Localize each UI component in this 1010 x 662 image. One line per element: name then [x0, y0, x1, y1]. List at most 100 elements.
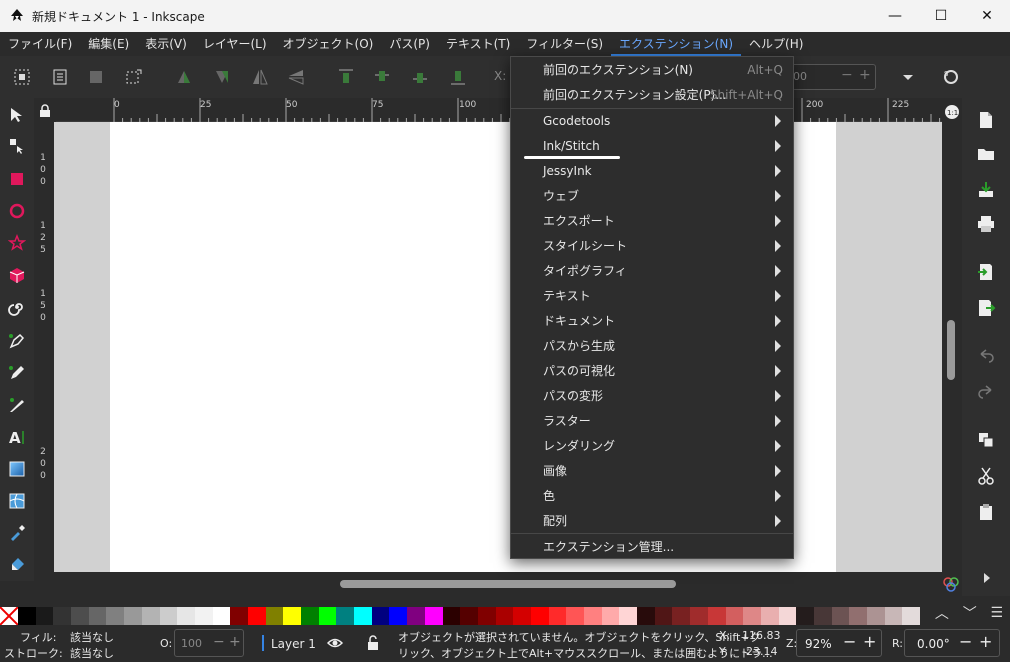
menu-object[interactable]: オブジェクト(O): [275, 32, 382, 56]
vertical-scroll-thumb[interactable]: [947, 320, 955, 380]
menu-item-export[interactable]: エクスポート: [511, 208, 793, 233]
save-icon[interactable]: [976, 180, 996, 200]
minus-icon[interactable]: −: [843, 632, 856, 651]
color-swatch[interactable]: [778, 607, 797, 625]
menu-item-color[interactable]: 色: [511, 483, 793, 508]
paint-bucket-tool-icon[interactable]: [6, 554, 28, 576]
menu-item-typography[interactable]: タイポグラフィ: [511, 258, 793, 283]
color-swatch[interactable]: [813, 607, 832, 625]
color-swatch[interactable]: [548, 607, 567, 625]
current-layer[interactable]: Layer 1: [271, 637, 316, 651]
color-swatch[interactable]: [477, 607, 496, 625]
raise-to-top-icon[interactable]: [336, 67, 356, 87]
spiral-tool-icon[interactable]: [6, 296, 28, 318]
menu-view[interactable]: 表示(V): [137, 32, 195, 56]
plus-icon[interactable]: +: [863, 632, 876, 651]
close-button[interactable]: ✕: [964, 0, 1010, 32]
color-swatch[interactable]: [566, 607, 584, 625]
menu-item-stylesheet[interactable]: スタイルシート: [511, 233, 793, 258]
color-swatch[interactable]: [194, 607, 213, 625]
color-swatch[interactable]: [301, 607, 319, 625]
color-swatch[interactable]: [159, 607, 178, 625]
lower-icon[interactable]: [410, 67, 430, 87]
horizontal-ruler[interactable]: 0 25 50 75 100 200 225: [56, 98, 942, 122]
selector-tool-icon[interactable]: [6, 104, 28, 126]
lower-to-bottom-icon[interactable]: [448, 67, 468, 87]
menu-item-visualize-path[interactable]: パスの可視化: [511, 358, 793, 383]
rectangle-tool-icon[interactable]: [6, 168, 28, 190]
color-swatch[interactable]: [690, 607, 708, 625]
color-swatch[interactable]: [212, 607, 231, 625]
color-swatch[interactable]: [424, 607, 443, 625]
menu-item-modify-path[interactable]: パスの変形: [511, 383, 793, 408]
menu-item-web[interactable]: ウェブ: [511, 183, 793, 208]
calligraphy-tool-icon[interactable]: [6, 394, 28, 416]
color-palette[interactable]: [18, 607, 921, 625]
color-swatch[interactable]: [318, 607, 337, 625]
menu-item-generate-from-path[interactable]: パスから生成: [511, 333, 793, 358]
color-swatch[interactable]: [707, 607, 726, 625]
color-swatch[interactable]: [530, 607, 549, 625]
flip-vertical-icon[interactable]: [286, 67, 306, 87]
new-document-icon[interactable]: [976, 110, 996, 130]
color-swatch[interactable]: [35, 607, 54, 625]
opacity-spinbox[interactable]: 100 − +: [174, 629, 244, 657]
color-swatch[interactable]: [230, 607, 248, 625]
color-swatch[interactable]: [407, 607, 425, 625]
color-swatch[interactable]: [831, 607, 850, 625]
color-swatch[interactable]: [743, 607, 761, 625]
color-swatch[interactable]: [354, 607, 372, 625]
menu-edit[interactable]: 編集(E): [80, 32, 137, 56]
pencil-tool-icon[interactable]: [6, 362, 28, 384]
rotate-ccw-icon[interactable]: [174, 67, 194, 87]
menu-item-arrange[interactable]: 配列: [511, 508, 793, 533]
drawing-canvas[interactable]: [54, 122, 942, 572]
minus-icon[interactable]: −: [959, 632, 972, 651]
color-swatch[interactable]: [336, 607, 355, 625]
expand-right-icon[interactable]: [976, 568, 996, 588]
menu-item-last-extension-settings[interactable]: 前回のエクステンション設定(P)... Shift+Alt+Q: [511, 82, 793, 107]
color-swatch[interactable]: [796, 607, 814, 625]
width-spinbox[interactable]: 00 − +: [786, 64, 876, 90]
menu-item-raster[interactable]: ラスター: [511, 408, 793, 433]
menu-layer[interactable]: レイヤー(L): [195, 32, 275, 56]
maximize-button[interactable]: ☐: [918, 0, 964, 32]
color-swatch[interactable]: [601, 607, 620, 625]
open-file-icon[interactable]: [976, 144, 996, 164]
gradient-tool-icon[interactable]: [6, 458, 28, 480]
menu-item-gcodetools[interactable]: Gcodetools: [511, 108, 793, 133]
rotate-spinbox[interactable]: 0.00° − +: [904, 629, 1000, 657]
lock-guides-icon[interactable]: [38, 104, 52, 118]
plus-icon[interactable]: +: [859, 67, 871, 83]
color-swatch[interactable]: [584, 607, 602, 625]
color-swatch[interactable]: [389, 607, 408, 625]
color-swatch[interactable]: [884, 607, 903, 625]
horizontal-scrollbar[interactable]: [54, 572, 942, 594]
color-swatch[interactable]: [725, 607, 744, 625]
menu-item-inkstitch[interactable]: Ink/Stitch: [511, 133, 793, 158]
color-swatch[interactable]: [637, 607, 655, 625]
menu-item-render[interactable]: レンダリング: [511, 433, 793, 458]
redo-icon[interactable]: [976, 382, 996, 402]
menu-filters[interactable]: フィルター(S): [518, 32, 611, 56]
menu-extensions[interactable]: エクステンション(N): [611, 32, 742, 56]
zoom-page-icon[interactable]: 1:1: [944, 104, 960, 120]
3d-box-tool-icon[interactable]: [6, 264, 28, 286]
cut-icon[interactable]: [976, 466, 996, 486]
node-tool-icon[interactable]: [6, 135, 28, 157]
stroke-value[interactable]: 該当なし: [70, 645, 114, 661]
color-swatch[interactable]: [141, 607, 160, 625]
menu-help[interactable]: ヘルプ(H): [741, 32, 811, 56]
color-swatch[interactable]: [513, 607, 531, 625]
chevron-up-icon[interactable]: ︿: [935, 603, 949, 623]
vertical-ruler[interactable]: 100 125 150 200: [34, 122, 54, 572]
ellipse-tool-icon[interactable]: [6, 200, 28, 222]
export-icon[interactable]: [976, 298, 996, 318]
print-icon[interactable]: [976, 214, 996, 234]
eye-icon[interactable]: [327, 636, 343, 650]
color-swatch[interactable]: [760, 607, 779, 625]
plus-icon[interactable]: +: [979, 632, 992, 651]
deselect-icon[interactable]: [124, 67, 144, 87]
color-swatch[interactable]: [53, 607, 72, 625]
color-swatch[interactable]: [283, 607, 301, 625]
